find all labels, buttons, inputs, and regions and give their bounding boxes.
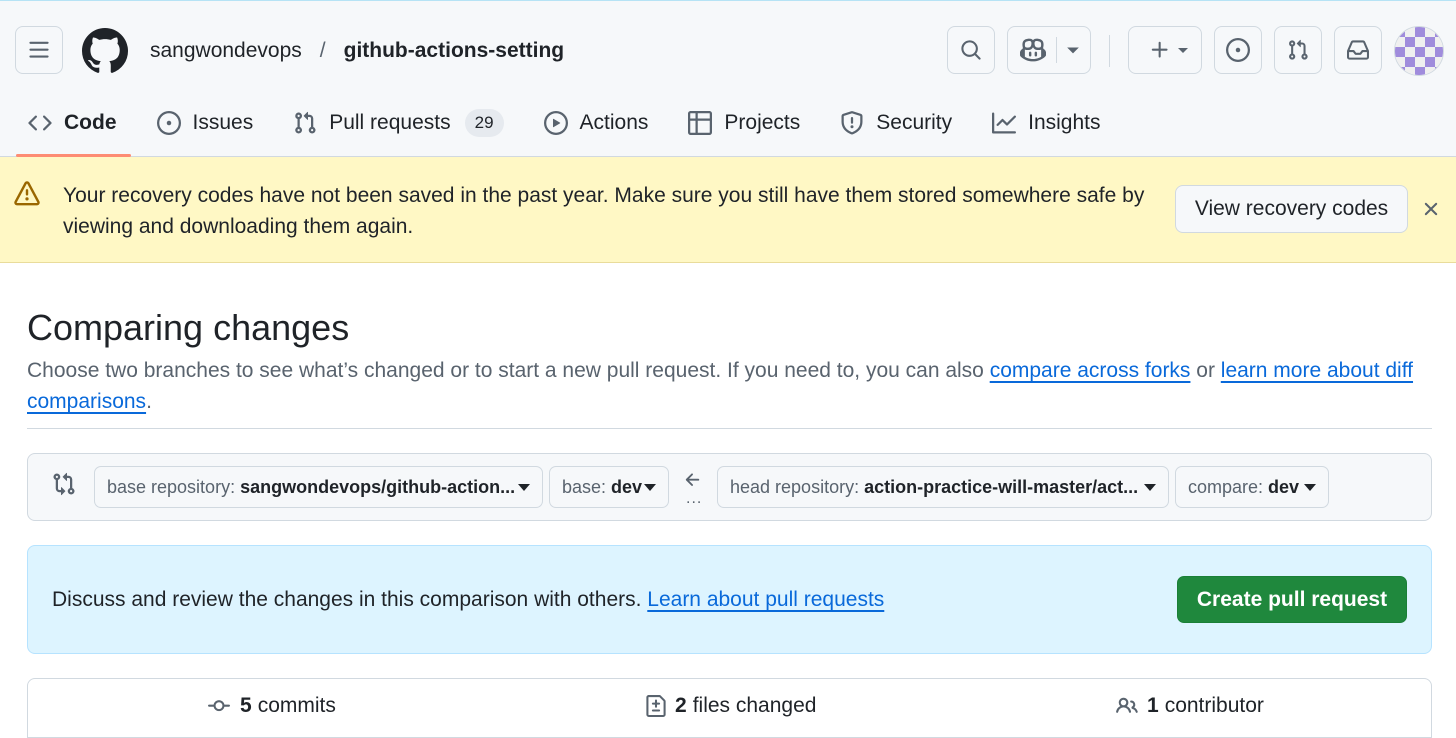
arrow-left-icon [685, 473, 700, 486]
table-icon [688, 111, 713, 135]
description-period: . [146, 390, 152, 413]
repo-nav: Code Issues Pull requests 29 Actions Pro… [16, 101, 1139, 157]
tab-pull-requests[interactable]: Pull requests 29 [291, 101, 505, 145]
issues-shortcut-button[interactable] [1214, 26, 1262, 74]
triangle-down-icon [644, 484, 656, 491]
tab-pull-requests-label: Pull requests [329, 111, 451, 134]
search-icon [961, 40, 981, 60]
tab-projects[interactable]: Projects [686, 101, 802, 145]
copilot-split-divider [1056, 37, 1057, 63]
inbox-icon [1347, 40, 1369, 60]
code-icon [28, 115, 52, 131]
triangle-down-icon [1144, 484, 1156, 491]
chevron-down-icon[interactable] [1066, 45, 1080, 57]
head-repository-select[interactable]: head repository: action-practice-will-ma… [717, 466, 1169, 508]
triangle-down-icon [1178, 48, 1188, 53]
compare-branch-select[interactable]: compare: dev [1175, 466, 1329, 508]
file-diff-icon [646, 695, 666, 717]
tab-insights-label: Insights [1028, 111, 1101, 134]
play-icon [543, 111, 568, 135]
hamburger-menu-button[interactable] [15, 26, 63, 74]
copilot-icon [1020, 38, 1046, 62]
app-header: sangwondevops / github-actions-setting C… [0, 0, 1456, 157]
shield-icon [841, 111, 863, 135]
git-pull-request-icon [1289, 39, 1308, 60]
git-compare-icon[interactable] [52, 472, 76, 496]
contributors-count: 1 [1147, 694, 1159, 717]
identicon-icon [1395, 27, 1443, 75]
learn-about-pull-requests-link[interactable]: Learn about pull requests [647, 588, 884, 611]
compare-branch-label: compare: [1188, 477, 1269, 497]
callout-message: Discuss and review the changes in this c… [52, 588, 648, 611]
alert-icon [14, 181, 40, 206]
contributors-stat[interactable]: 1 contributor [1115, 694, 1264, 718]
header-divider [1109, 35, 1110, 67]
base-repository-value: sangwondevops/github-action... [240, 477, 516, 497]
breadcrumb: sangwondevops / github-actions-setting [150, 37, 564, 65]
head-repository-label: head repository: [730, 477, 865, 497]
issue-opened-icon [1226, 38, 1250, 62]
page-description: Choose two branches to see what’s change… [27, 355, 1427, 417]
tab-code[interactable]: Code [16, 101, 130, 157]
graph-icon [992, 112, 1017, 134]
plus-icon [1151, 41, 1168, 58]
contributors-label: contributor [1164, 694, 1264, 717]
triangle-down-icon [518, 484, 530, 491]
inbox-button[interactable] [1334, 26, 1382, 74]
tab-issues-label: Issues [192, 111, 254, 134]
close-icon[interactable] [1420, 198, 1442, 220]
range-dots: ... [686, 490, 703, 507]
create-new-button[interactable] [1128, 26, 1202, 74]
git-pull-request-icon [295, 111, 316, 134]
commits-label: commits [257, 694, 336, 717]
pull-requests-shortcut-button[interactable] [1274, 26, 1322, 74]
people-icon [1116, 697, 1138, 713]
banner-message: Your recovery codes have not been saved … [63, 184, 1145, 238]
base-branch-value: dev [611, 477, 643, 497]
tab-actions[interactable]: Actions [542, 101, 651, 145]
files-changed-stat[interactable]: 2 files changed [645, 694, 816, 718]
user-avatar[interactable] [1394, 26, 1444, 76]
breadcrumb-repo-link[interactable]: github-actions-setting [344, 37, 564, 65]
tab-insights[interactable]: Insights [990, 101, 1102, 145]
breadcrumb-owner-link[interactable]: sangwondevops [150, 37, 302, 65]
issue-opened-icon [156, 111, 181, 135]
github-logo-icon[interactable] [82, 28, 128, 74]
create-pull-request-button[interactable]: Create pull request [1177, 576, 1407, 623]
commits-count: 5 [240, 694, 252, 717]
tab-projects-label: Projects [724, 111, 801, 134]
files-changed-label: files changed [692, 694, 817, 717]
page-title: Comparing changes [27, 307, 350, 348]
compare-across-forks-link[interactable]: compare across forks [990, 359, 1191, 382]
triangle-down-icon [1304, 484, 1316, 491]
tab-actions-label: Actions [579, 111, 649, 134]
recovery-codes-banner: Your recovery codes have not been saved … [0, 157, 1456, 263]
base-repository-label: base repository: [107, 477, 241, 497]
tab-security-label: Security [876, 111, 953, 134]
base-repository-select[interactable]: base repository: sangwondevops/github-ac… [94, 466, 543, 508]
description-or: or [1190, 359, 1221, 382]
head-repository-value: action-practice-will-master/act... [864, 477, 1139, 497]
pull-requests-count-badge: 29 [464, 109, 504, 137]
three-bars-icon [29, 41, 49, 58]
base-branch-label: base: [562, 477, 612, 497]
copilot-button[interactable] [1007, 26, 1091, 74]
tab-issues[interactable]: Issues [155, 101, 256, 145]
section-divider [27, 428, 1432, 429]
tab-code-label: Code [64, 111, 117, 134]
callout-text: Discuss and review the changes in this c… [52, 586, 884, 614]
description-text: Choose two branches to see what’s change… [27, 359, 990, 382]
search-button[interactable] [947, 26, 995, 74]
breadcrumb-separator: / [319, 39, 326, 62]
view-recovery-codes-button[interactable]: View recovery codes [1175, 185, 1408, 233]
compare-branch-value: dev [1268, 477, 1300, 497]
tab-security[interactable]: Security [838, 101, 954, 145]
commits-stat[interactable]: 5 commits [206, 694, 336, 718]
git-commit-icon [208, 700, 230, 712]
base-branch-select[interactable]: base: dev [549, 466, 669, 508]
files-changed-count: 2 [675, 694, 687, 717]
